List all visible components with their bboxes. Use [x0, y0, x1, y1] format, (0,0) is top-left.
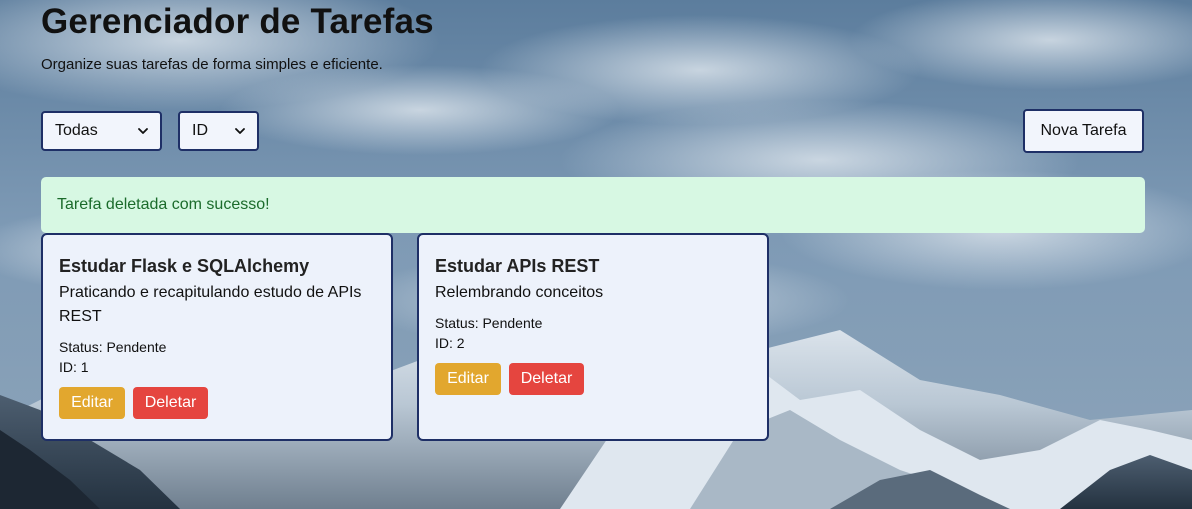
alert-message: Tarefa deletada com sucesso! [57, 196, 270, 213]
delete-task-button[interactable]: Deletar [133, 387, 208, 419]
task-description: Praticando e recapitulando estudo de API… [59, 284, 362, 325]
task-actions: Editar Deletar [435, 363, 751, 395]
sort-value: ID [192, 122, 208, 139]
page-title: Gerenciador de Tarefas [41, 2, 434, 41]
task-title: Estudar APIs REST [435, 256, 600, 276]
task-id: ID: 1 [59, 359, 89, 375]
page-subtitle: Organize suas tarefas de forma simples e… [41, 56, 383, 73]
task-id: ID: 2 [435, 335, 465, 351]
delete-task-button[interactable]: Deletar [509, 363, 584, 395]
task-status: Status: Pendente [59, 339, 167, 355]
status-filter-value: Todas [55, 122, 98, 139]
status-filter-select[interactable]: Todas [41, 111, 162, 151]
task-card: Estudar Flask e SQLAlchemy Praticando e … [41, 233, 393, 441]
chevron-down-icon [235, 128, 245, 134]
task-card: Estudar APIs REST Relembrando conceitos … [417, 233, 769, 441]
task-title: Estudar Flask e SQLAlchemy [59, 256, 310, 276]
task-description: Relembrando conceitos [435, 284, 604, 301]
task-meta: Status: Pendente ID: 1 [59, 337, 375, 377]
new-task-button[interactable]: Nova Tarefa [1023, 109, 1144, 153]
task-meta: Status: Pendente ID: 2 [435, 313, 751, 353]
edit-task-button[interactable]: Editar [59, 387, 125, 419]
chevron-down-icon [138, 128, 148, 134]
edit-task-button[interactable]: Editar [435, 363, 501, 395]
task-actions: Editar Deletar [59, 387, 375, 419]
sort-select[interactable]: ID [178, 111, 259, 151]
task-status: Status: Pendente [435, 315, 543, 331]
success-alert: Tarefa deletada com sucesso! [41, 177, 1145, 233]
